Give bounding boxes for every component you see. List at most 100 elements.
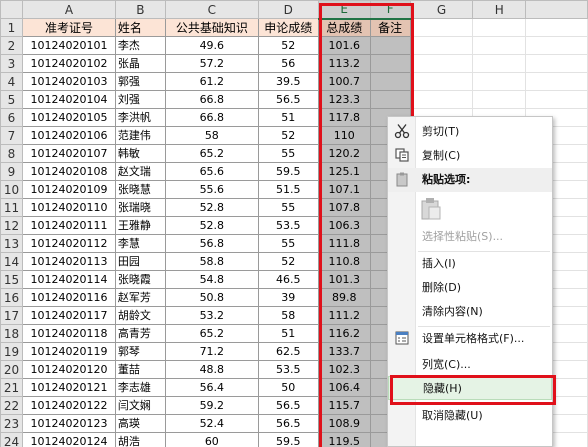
cell-sl[interactable]: 51 xyxy=(257,108,319,127)
column-header-f[interactable]: F xyxy=(369,0,411,20)
cell-name[interactable]: 张瑞晓 xyxy=(114,198,166,217)
cell-gk[interactable]: 65.2 xyxy=(164,324,259,343)
cell-gk[interactable]: 65.6 xyxy=(164,162,259,181)
cell-name[interactable]: 董喆 xyxy=(114,360,166,379)
cell-gk[interactable]: 65.2 xyxy=(164,144,259,163)
cell-sl[interactable]: 39 xyxy=(257,288,319,307)
cell-id[interactable]: 10124020104 xyxy=(21,90,116,109)
cell-name[interactable]: 赵军芳 xyxy=(114,288,166,307)
cell-id[interactable]: 10124020120 xyxy=(21,360,116,379)
row-header[interactable]: 18 xyxy=(0,324,23,343)
cell-id[interactable]: 10124020110 xyxy=(21,198,116,217)
cell-name[interactable]: 胡浩 xyxy=(114,432,166,447)
cell-gk[interactable]: 50.8 xyxy=(164,288,259,307)
menu-item-paste-special[interactable]: 选择性粘贴(S)... xyxy=(388,225,552,249)
cell-sl[interactable]: 52 xyxy=(257,36,319,55)
cell-name[interactable]: 郭琴 xyxy=(114,342,166,361)
cell[interactable] xyxy=(409,72,474,91)
cell-gk[interactable]: 55.6 xyxy=(164,180,259,199)
header-cell[interactable]: 申论成绩 xyxy=(257,18,319,37)
cell-gk[interactable]: 54.8 xyxy=(164,270,259,289)
cell-id[interactable]: 10124020102 xyxy=(21,54,116,73)
cell-id[interactable]: 10124020111 xyxy=(21,216,116,235)
menu-item-format-cells[interactable]: 设置单元格格式(F)... xyxy=(388,327,552,351)
cell-name[interactable]: 赵文瑞 xyxy=(114,162,166,181)
row-header[interactable]: 16 xyxy=(0,288,23,307)
cell[interactable] xyxy=(472,90,527,109)
cell-name[interactable]: 高瑛 xyxy=(114,414,166,433)
row-header[interactable]: 14 xyxy=(0,252,23,271)
row-header[interactable]: 11 xyxy=(0,198,23,217)
row-header[interactable]: 4 xyxy=(0,72,23,91)
cell-id[interactable]: 10124020108 xyxy=(21,162,116,181)
cell-id[interactable]: 10124020113 xyxy=(21,252,116,271)
cell-gk[interactable]: 57.2 xyxy=(164,54,259,73)
row-header[interactable]: 19 xyxy=(0,342,23,361)
cell-gk[interactable]: 52.8 xyxy=(164,198,259,217)
menu-item-copy[interactable]: 复制(C) xyxy=(388,144,552,168)
row-header[interactable]: 8 xyxy=(0,144,23,163)
cell[interactable] xyxy=(525,18,588,37)
cell-id[interactable]: 10124020105 xyxy=(21,108,116,127)
cell-zf[interactable]: 110 xyxy=(317,126,371,145)
cell-zf[interactable]: 108.9 xyxy=(317,414,371,433)
cell-id[interactable]: 10124020106 xyxy=(21,126,116,145)
cell[interactable] xyxy=(525,36,588,55)
cell-id[interactable]: 10124020101 xyxy=(21,36,116,55)
cell-gk[interactable]: 61.2 xyxy=(164,72,259,91)
row-header[interactable]: 10 xyxy=(0,180,23,199)
cell-name[interactable]: 李洪帆 xyxy=(114,108,166,127)
menu-item-delete[interactable]: 删除(D) xyxy=(388,276,552,300)
cell-gk[interactable]: 49.6 xyxy=(164,36,259,55)
column-header-e[interactable]: E xyxy=(317,0,371,20)
row-header[interactable]: 22 xyxy=(0,396,23,415)
row-header[interactable]: 20 xyxy=(0,360,23,379)
cell[interactable] xyxy=(472,18,527,37)
header-cell[interactable]: 备注 xyxy=(369,18,411,37)
cell-id[interactable]: 10124020109 xyxy=(21,180,116,199)
cell[interactable] xyxy=(409,18,474,37)
header-cell[interactable]: 姓名 xyxy=(114,18,166,37)
cell[interactable] xyxy=(472,72,527,91)
header-cell[interactable]: 公共基础知识 xyxy=(164,18,259,37)
cell-zf[interactable]: 120.2 xyxy=(317,144,371,163)
cell-zf[interactable]: 123.3 xyxy=(317,90,371,109)
cell-remark[interactable] xyxy=(369,90,411,109)
cell-name[interactable]: 李杰 xyxy=(114,36,166,55)
cell[interactable] xyxy=(472,54,527,73)
cell-sl[interactable]: 46.5 xyxy=(257,270,319,289)
row-header[interactable]: 12 xyxy=(0,216,23,235)
cell-zf[interactable]: 101.6 xyxy=(317,36,371,55)
row-header[interactable]: 9 xyxy=(0,162,23,181)
cell-gk[interactable]: 56.8 xyxy=(164,234,259,253)
cell-gk[interactable]: 48.8 xyxy=(164,360,259,379)
cell-id[interactable]: 10124020114 xyxy=(21,270,116,289)
cell-zf[interactable]: 116.2 xyxy=(317,324,371,343)
row-header[interactable]: 6 xyxy=(0,108,23,127)
cell-zf[interactable]: 133.7 xyxy=(317,342,371,361)
cell-id[interactable]: 10124020116 xyxy=(21,288,116,307)
row-header[interactable]: 17 xyxy=(0,306,23,325)
menu-item-cut[interactable]: 剪切(T) xyxy=(388,120,552,144)
cell[interactable] xyxy=(409,90,474,109)
cell-sl[interactable]: 56 xyxy=(257,54,319,73)
cell-sl[interactable]: 56.5 xyxy=(257,414,319,433)
cell-zf[interactable]: 102.3 xyxy=(317,360,371,379)
cell-gk[interactable]: 58 xyxy=(164,126,259,145)
column-header-c[interactable]: C xyxy=(164,0,259,19)
cell-name[interactable]: 高青芳 xyxy=(114,324,166,343)
cell-sl[interactable]: 56.5 xyxy=(257,90,319,109)
cell[interactable] xyxy=(525,90,588,109)
cell-zf[interactable]: 125.1 xyxy=(317,162,371,181)
cell-gk[interactable]: 66.8 xyxy=(164,90,259,109)
cell-zf[interactable]: 100.7 xyxy=(317,72,371,91)
menu-item-unhide[interactable]: 取消隐藏(U) xyxy=(388,404,552,428)
cell-sl[interactable]: 58 xyxy=(257,306,319,325)
cell-zf[interactable]: 110.8 xyxy=(317,252,371,271)
row-header[interactable]: 7 xyxy=(0,126,23,145)
cell-name[interactable]: 张晶 xyxy=(114,54,166,73)
menu-item-column-width[interactable]: 列宽(C)... xyxy=(388,353,552,377)
cell-remark[interactable] xyxy=(369,54,411,73)
cell-id[interactable]: 10124020118 xyxy=(21,324,116,343)
cell-sl[interactable]: 39.5 xyxy=(257,72,319,91)
